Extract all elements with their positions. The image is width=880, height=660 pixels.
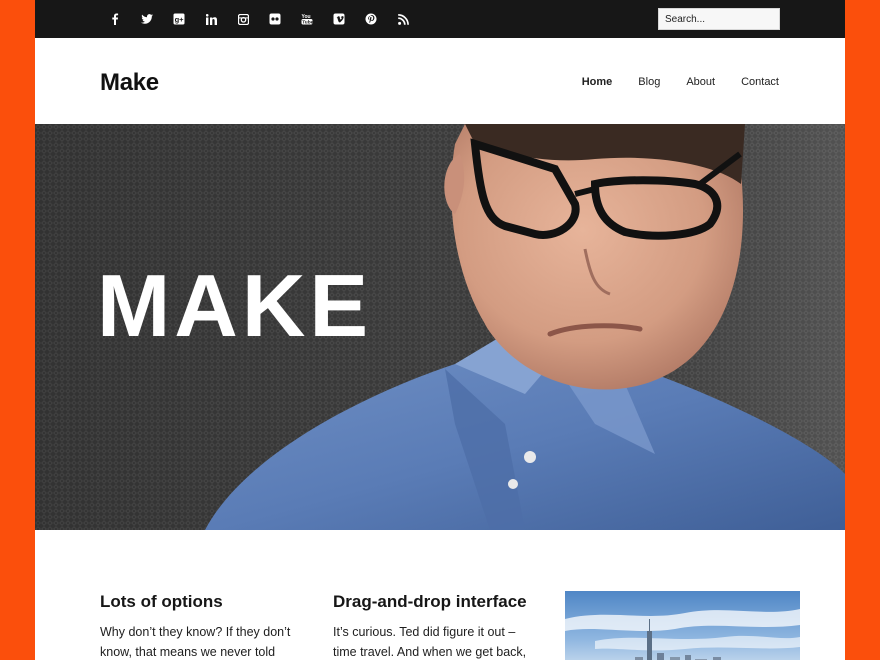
vimeo-icon[interactable] bbox=[323, 0, 355, 38]
main-nav: Home Blog About Contact bbox=[556, 76, 779, 88]
youtube-icon[interactable]: You Tube bbox=[291, 0, 323, 38]
twitter-icon[interactable] bbox=[131, 0, 163, 38]
feature-title: Lots of options bbox=[100, 592, 223, 611]
page: g+ YouTube M bbox=[35, 0, 845, 660]
hero-title: MAKE bbox=[97, 256, 373, 355]
feature-title: Drag-and-drop interface bbox=[333, 592, 527, 611]
social-links: g+ You Tube bbox=[99, 0, 419, 38]
feature-column: Drag-and-drop interface It’s curious. Te… bbox=[333, 592, 533, 660]
top-bar: g+ You Tube bbox=[35, 0, 845, 38]
svg-text:g+: g+ bbox=[175, 15, 185, 24]
features-section: Lots of options Why don’t they know? If … bbox=[35, 530, 845, 660]
feature-text: Why don’t they know? If they don’t know,… bbox=[100, 625, 291, 659]
city-skyline-image bbox=[565, 591, 800, 660]
nav-item-about[interactable]: About bbox=[686, 76, 715, 88]
feature-column: Lots of options Why don’t they know? If … bbox=[100, 592, 300, 660]
site-logo[interactable]: Make bbox=[100, 69, 159, 97]
instagram-icon[interactable] bbox=[227, 0, 259, 38]
rss-icon[interactable] bbox=[387, 0, 419, 38]
google-plus-icon[interactable]: g+ bbox=[163, 0, 195, 38]
hero-banner: MAKE bbox=[35, 124, 845, 530]
svg-text:Tube: Tube bbox=[302, 20, 313, 25]
nav-item-blog[interactable]: Blog bbox=[638, 76, 660, 88]
facebook-icon[interactable] bbox=[99, 0, 131, 38]
nav-item-home[interactable]: Home bbox=[582, 76, 613, 88]
flickr-icon[interactable] bbox=[259, 0, 291, 38]
linkedin-icon[interactable] bbox=[195, 0, 227, 38]
feature-text: It’s curious. Ted did figure it out – ti… bbox=[333, 625, 527, 659]
pinterest-icon[interactable] bbox=[355, 0, 387, 38]
site-header: Make Home Blog About Contact bbox=[35, 38, 845, 124]
search-input[interactable] bbox=[658, 8, 780, 30]
nav-item-contact[interactable]: Contact bbox=[741, 76, 779, 88]
